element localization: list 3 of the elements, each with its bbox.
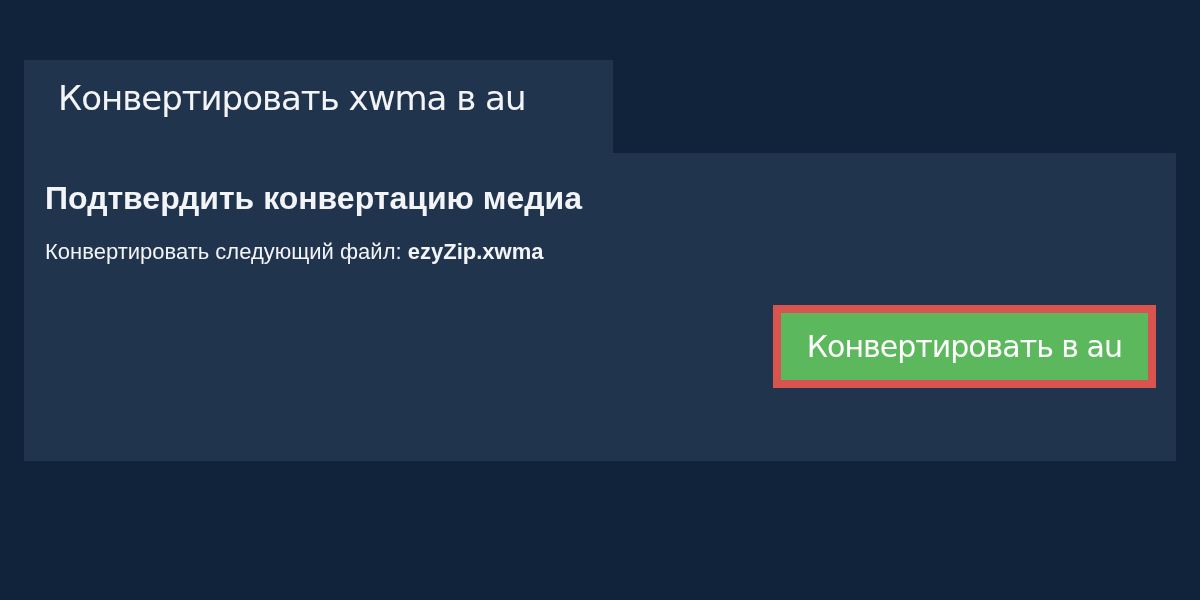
file-message: Конвертировать следующий файл: ezyZip.xwma [45, 239, 545, 266]
tab[interactable]: Конвертировать xwma в au [24, 60, 613, 153]
dialog-heading: Подтвердить конвертацию медиа [45, 179, 584, 218]
